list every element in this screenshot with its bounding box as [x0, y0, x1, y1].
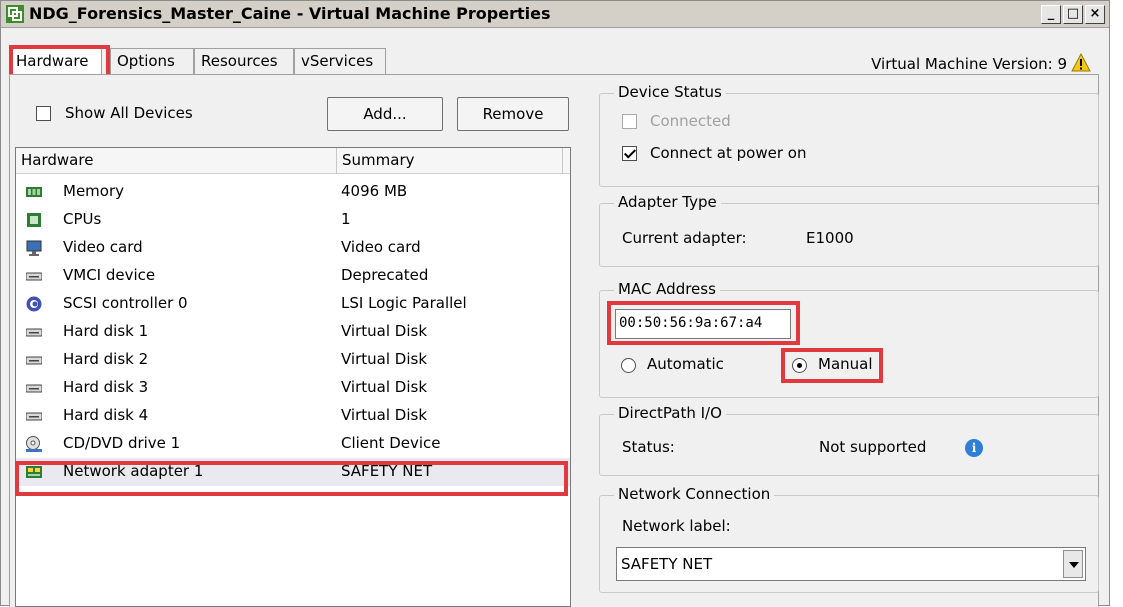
warning-icon	[1071, 53, 1091, 72]
hard-disk-icon	[26, 412, 42, 421]
network-label-select[interactable]: SAFETY NET	[616, 547, 1086, 581]
list-item[interactable]: CD/DVD drive 1 Client Device	[16, 430, 570, 458]
vm-app-icon	[6, 5, 24, 23]
device-name: Hard disk 1	[63, 322, 149, 340]
add-device-button[interactable]: Add...	[327, 97, 443, 131]
device-summary: Deprecated	[341, 266, 429, 284]
network-connection-group: Network Connection Network label: SAFETY…	[599, 485, 1099, 593]
monitor-icon	[26, 240, 42, 256]
window-title: NDG_Forensics_Master_Caine - Virtual Mac…	[29, 4, 551, 23]
list-item[interactable]: Hard disk 1 Virtual Disk	[16, 318, 570, 346]
tab-resources[interactable]: Resources	[194, 48, 294, 74]
device-name: VMCI device	[63, 266, 156, 284]
close-button[interactable]: ×	[1085, 5, 1105, 24]
connected-checkbox[interactable]	[622, 114, 637, 129]
hardware-list: Hardware Summary Memory 4096 MB CPUs 1 V…	[15, 147, 571, 607]
automatic-radio[interactable]	[621, 358, 636, 373]
device-status-title: Device Status	[614, 83, 726, 101]
list-item[interactable]: Hard disk 2 Virtual Disk	[16, 346, 570, 374]
cpu-icon	[27, 213, 41, 227]
tab-options[interactable]: Options	[110, 48, 194, 74]
list-item[interactable]: SCSI controller 0 LSI Logic Parallel	[16, 290, 570, 318]
network-label-value: SAFETY NET	[621, 555, 713, 573]
hard-disk-icon	[26, 328, 42, 337]
adapter-type-title: Adapter Type	[614, 193, 721, 211]
info-icon[interactable]: i	[965, 439, 983, 457]
connect-at-power-on-label: Connect at power on	[650, 144, 807, 162]
connected-label: Connected	[650, 112, 731, 130]
device-summary: Virtual Disk	[341, 406, 428, 424]
tab-vservices[interactable]: vServices	[294, 48, 386, 74]
connect-at-power-on-checkbox[interactable]	[622, 146, 637, 161]
mac-address-title: MAC Address	[614, 280, 720, 298]
device-summary: Video card	[341, 238, 421, 256]
hard-disk-icon	[26, 384, 42, 393]
title-bar[interactable]: NDG_Forensics_Master_Caine - Virtual Mac…	[1, 1, 1109, 28]
list-item[interactable]: VMCI device Deprecated	[16, 262, 570, 290]
properties-window: NDG_Forensics_Master_Caine - Virtual Mac…	[0, 0, 1110, 607]
device-summary: Virtual Disk	[341, 322, 428, 340]
minimize-button[interactable]: _	[1041, 5, 1061, 24]
device-summary: Client Device	[341, 434, 441, 452]
list-item[interactable]: Hard disk 3 Virtual Disk	[16, 374, 570, 402]
device-name: SCSI controller 0	[63, 294, 188, 312]
device-summary: 4096 MB	[341, 182, 408, 200]
mac-address-field[interactable]: 00:50:56:9a:67:a4	[615, 309, 791, 339]
device-summary: Virtual Disk	[341, 378, 428, 396]
cd-dvd-icon	[26, 436, 42, 452]
remove-device-button[interactable]: Remove	[457, 97, 569, 131]
device-status-group: Device Status Connected Connect at power…	[599, 83, 1099, 187]
device-summary: LSI Logic Parallel	[341, 294, 467, 312]
network-label-label: Network label:	[622, 517, 731, 535]
scsi-icon	[26, 296, 42, 312]
device-name: CPUs	[63, 210, 102, 228]
directpath-status-label: Status:	[622, 438, 675, 456]
list-item-selected[interactable]: Network adapter 1 SAFETY NET	[16, 458, 570, 486]
device-summary: 1	[341, 210, 351, 228]
directpath-status-value: Not supported	[819, 438, 927, 456]
device-name: Hard disk 4	[63, 406, 149, 424]
show-all-devices-label: Show All Devices	[65, 104, 193, 122]
list-item[interactable]: Video card Video card	[16, 234, 570, 262]
list-item[interactable]: Hard disk 4 Virtual Disk	[16, 402, 570, 430]
tab-hardware[interactable]: Hardware	[9, 48, 102, 75]
network-adapter-icon	[26, 466, 42, 478]
column-summary[interactable]: Summary	[337, 148, 563, 174]
column-hardware[interactable]: Hardware	[16, 148, 337, 174]
device-summary: Virtual Disk	[341, 350, 428, 368]
list-item[interactable]: Memory 4096 MB	[16, 178, 570, 206]
mac-address-group: MAC Address	[599, 280, 1099, 398]
show-all-devices-checkbox[interactable]	[36, 106, 51, 121]
hardware-list-header: Hardware Summary	[16, 148, 570, 174]
automatic-label: Automatic	[647, 355, 724, 373]
chevron-down-icon[interactable]	[1063, 550, 1083, 578]
current-adapter-label: Current adapter:	[622, 229, 747, 247]
device-name: Hard disk 2	[63, 350, 149, 368]
device-summary: SAFETY NET	[341, 462, 433, 480]
device-name: Hard disk 3	[63, 378, 149, 396]
device-name: Memory	[63, 182, 125, 200]
device-name: Video card	[63, 238, 143, 256]
manual-label: Manual	[818, 355, 873, 373]
adapter-type-group: Adapter Type Current adapter: E1000	[599, 193, 1099, 267]
current-adapter-value: E1000	[806, 229, 854, 247]
hard-disk-icon	[26, 356, 42, 365]
device-name: Network adapter 1	[63, 462, 204, 480]
directpath-title: DirectPath I/O	[614, 404, 726, 422]
maximize-button[interactable]: □	[1063, 5, 1083, 24]
list-item[interactable]: CPUs 1	[16, 206, 570, 234]
manual-radio[interactable]	[792, 358, 807, 373]
directpath-group: DirectPath I/O Status: Not supported i	[599, 404, 1099, 476]
device-icon	[26, 272, 42, 281]
device-name: CD/DVD drive 1	[63, 434, 181, 452]
vm-version-label: Virtual Machine Version: 9	[871, 55, 1067, 73]
memory-icon	[26, 187, 42, 197]
network-connection-title: Network Connection	[614, 485, 775, 503]
